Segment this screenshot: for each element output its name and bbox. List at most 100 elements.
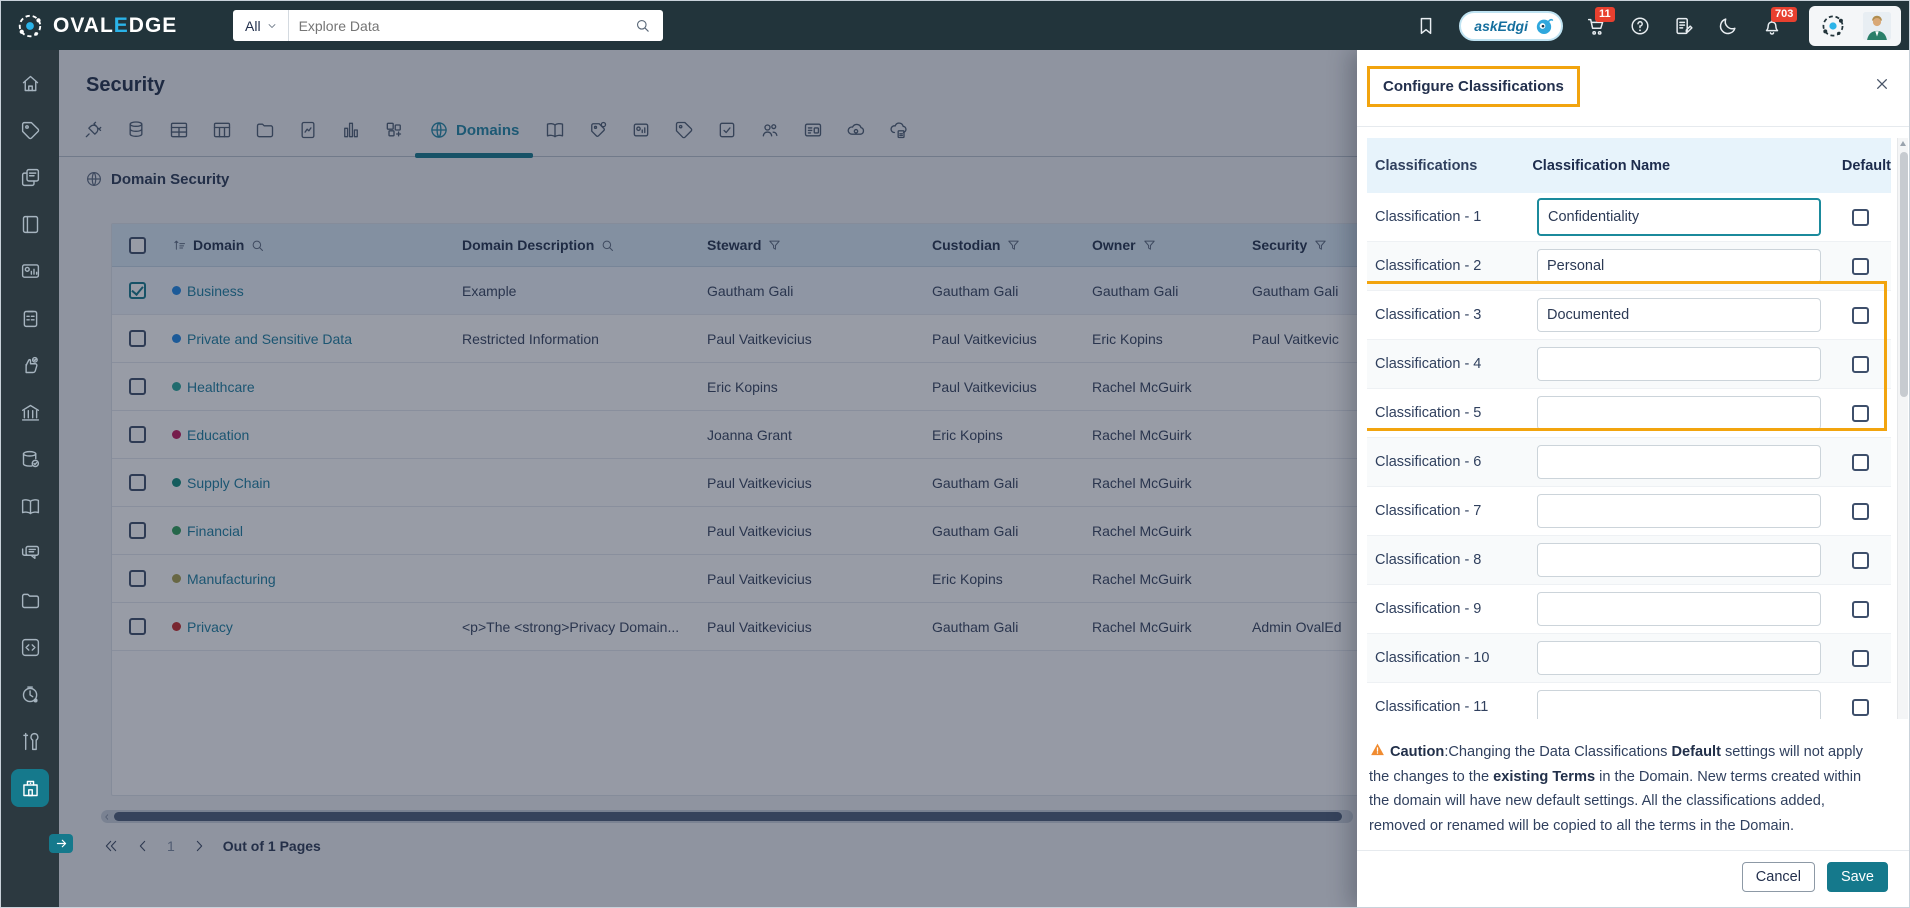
row-checkbox[interactable] bbox=[128, 378, 146, 395]
default-checkbox[interactable] bbox=[1851, 208, 1869, 226]
default-checkbox[interactable] bbox=[1851, 404, 1869, 422]
ask-edgi-button[interactable]: askEdgi bbox=[1459, 10, 1563, 41]
close-icon[interactable] bbox=[1874, 76, 1890, 92]
cart-icon[interactable]: 11 bbox=[1585, 6, 1615, 37]
classification-name-input[interactable] bbox=[1537, 494, 1821, 528]
domain-link[interactable]: Business bbox=[187, 283, 244, 299]
user-area[interactable] bbox=[1809, 5, 1901, 46]
cancel-button[interactable]: Cancel bbox=[1741, 862, 1815, 892]
default-checkbox[interactable] bbox=[1851, 600, 1869, 618]
classification-name-input[interactable] bbox=[1537, 445, 1821, 479]
scroll-left-arrow-icon[interactable] bbox=[103, 813, 111, 821]
domain-link[interactable]: Privacy bbox=[187, 619, 233, 635]
sidebar-item-folder[interactable] bbox=[11, 581, 49, 619]
row-checkbox[interactable] bbox=[128, 474, 146, 491]
search-scope-dropdown[interactable]: All bbox=[233, 10, 289, 41]
sidebar-item-notebook[interactable] bbox=[11, 205, 49, 243]
tab-cloud-circle[interactable] bbox=[834, 120, 877, 140]
sidebar-item-bank[interactable] bbox=[11, 393, 49, 431]
help-icon[interactable] bbox=[1629, 15, 1651, 37]
filter-funnel-icon[interactable] bbox=[767, 238, 782, 253]
bookmark-icon[interactable] bbox=[1415, 15, 1437, 37]
classification-name-input[interactable] bbox=[1537, 198, 1821, 236]
tab-blocks[interactable] bbox=[372, 120, 415, 140]
first-page-button[interactable] bbox=[103, 838, 119, 854]
domain-link[interactable]: Financial bbox=[187, 523, 243, 539]
sidebar-item-copy-docs[interactable] bbox=[11, 158, 49, 196]
default-checkbox[interactable] bbox=[1851, 649, 1869, 667]
search-input[interactable] bbox=[288, 17, 634, 34]
current-page-number[interactable]: 1 bbox=[167, 838, 175, 854]
next-page-button[interactable] bbox=[191, 838, 207, 854]
notifications-bell-icon[interactable]: 703 bbox=[1761, 6, 1798, 37]
previous-page-button[interactable] bbox=[135, 838, 151, 854]
search-icon[interactable] bbox=[600, 238, 615, 253]
row-checkbox[interactable] bbox=[128, 330, 146, 347]
sidebar-expand-button[interactable] bbox=[49, 834, 73, 853]
vertical-scrollbar-thumb[interactable] bbox=[1899, 152, 1908, 397]
classification-name-input[interactable] bbox=[1537, 347, 1821, 381]
domain-link[interactable]: Private and Sensitive Data bbox=[187, 331, 352, 347]
tab-open-book[interactable] bbox=[533, 120, 576, 140]
classification-name-input[interactable] bbox=[1537, 396, 1821, 430]
horizontal-scrollbar-thumb[interactable] bbox=[114, 812, 1342, 821]
classification-name-input[interactable] bbox=[1537, 641, 1821, 675]
filter-funnel-icon[interactable] bbox=[1006, 238, 1021, 253]
default-checkbox[interactable] bbox=[1851, 306, 1869, 324]
sidebar-item-code[interactable] bbox=[11, 628, 49, 666]
row-checkbox[interactable] bbox=[128, 570, 146, 587]
tab-domains[interactable]: Domains bbox=[415, 120, 533, 140]
classification-name-input[interactable] bbox=[1537, 690, 1821, 719]
tab-folder[interactable] bbox=[243, 120, 286, 140]
search-icon[interactable] bbox=[250, 238, 265, 253]
panel-vertical-scrollbar[interactable] bbox=[1897, 138, 1908, 719]
user-avatar[interactable] bbox=[1863, 11, 1891, 40]
row-checkbox[interactable] bbox=[128, 522, 146, 539]
domain-link[interactable]: Healthcare bbox=[187, 379, 255, 395]
default-checkbox[interactable] bbox=[1851, 551, 1869, 569]
default-checkbox[interactable] bbox=[1851, 355, 1869, 373]
sidebar-item-clock-gear[interactable] bbox=[11, 675, 49, 713]
sidebar-item-home[interactable] bbox=[11, 64, 49, 102]
filter-funnel-icon[interactable] bbox=[1313, 238, 1328, 253]
classification-name-input[interactable] bbox=[1537, 298, 1821, 332]
save-button[interactable]: Save bbox=[1826, 862, 1888, 892]
filter-funnel-icon[interactable] bbox=[1142, 238, 1157, 253]
domain-link[interactable]: Supply Chain bbox=[187, 475, 270, 491]
default-checkbox[interactable] bbox=[1851, 257, 1869, 275]
sidebar-item-tools[interactable] bbox=[11, 722, 49, 760]
domain-link[interactable]: Manufacturing bbox=[187, 571, 276, 587]
classification-name-input[interactable] bbox=[1537, 543, 1821, 577]
tab-plug[interactable] bbox=[71, 120, 114, 140]
sidebar-item-certify-hand[interactable] bbox=[11, 346, 49, 384]
classification-name-input[interactable] bbox=[1537, 592, 1821, 626]
ovaledge-logo[interactable]: OVALEDGE bbox=[1, 11, 233, 41]
sidebar-item-tag[interactable] bbox=[11, 111, 49, 149]
scroll-up-arrow-icon[interactable] bbox=[1900, 141, 1906, 146]
tab-doc-check[interactable] bbox=[705, 120, 748, 140]
tab-people[interactable] bbox=[748, 120, 791, 140]
domain-link[interactable]: Education bbox=[187, 427, 249, 443]
tab-tag-badge[interactable] bbox=[576, 120, 619, 140]
dark-mode-moon-icon[interactable] bbox=[1717, 15, 1739, 37]
row-checkbox[interactable] bbox=[128, 618, 146, 635]
tab-table-columns[interactable] bbox=[200, 120, 243, 140]
default-checkbox[interactable] bbox=[1851, 698, 1869, 716]
sidebar-item-open-book[interactable] bbox=[11, 487, 49, 525]
tab-tag[interactable] bbox=[662, 120, 705, 140]
default-checkbox[interactable] bbox=[1851, 453, 1869, 471]
tab-database[interactable] bbox=[114, 120, 157, 140]
feedback-icon[interactable] bbox=[1673, 15, 1695, 37]
tab-file-chart[interactable] bbox=[286, 120, 329, 140]
default-checkbox[interactable] bbox=[1851, 502, 1869, 520]
tab-bar-chart[interactable] bbox=[329, 120, 372, 140]
sidebar-item-clipboard[interactable] bbox=[11, 299, 49, 337]
tab-table[interactable] bbox=[157, 120, 200, 140]
tab-id-card[interactable] bbox=[791, 120, 834, 140]
row-checkbox[interactable] bbox=[128, 282, 146, 299]
search-icon[interactable] bbox=[634, 17, 663, 34]
horizontal-scrollbar[interactable] bbox=[101, 810, 1353, 823]
sidebar-item-building[interactable] bbox=[11, 769, 49, 807]
sort-icon[interactable] bbox=[172, 238, 187, 253]
row-checkbox[interactable] bbox=[128, 426, 146, 443]
